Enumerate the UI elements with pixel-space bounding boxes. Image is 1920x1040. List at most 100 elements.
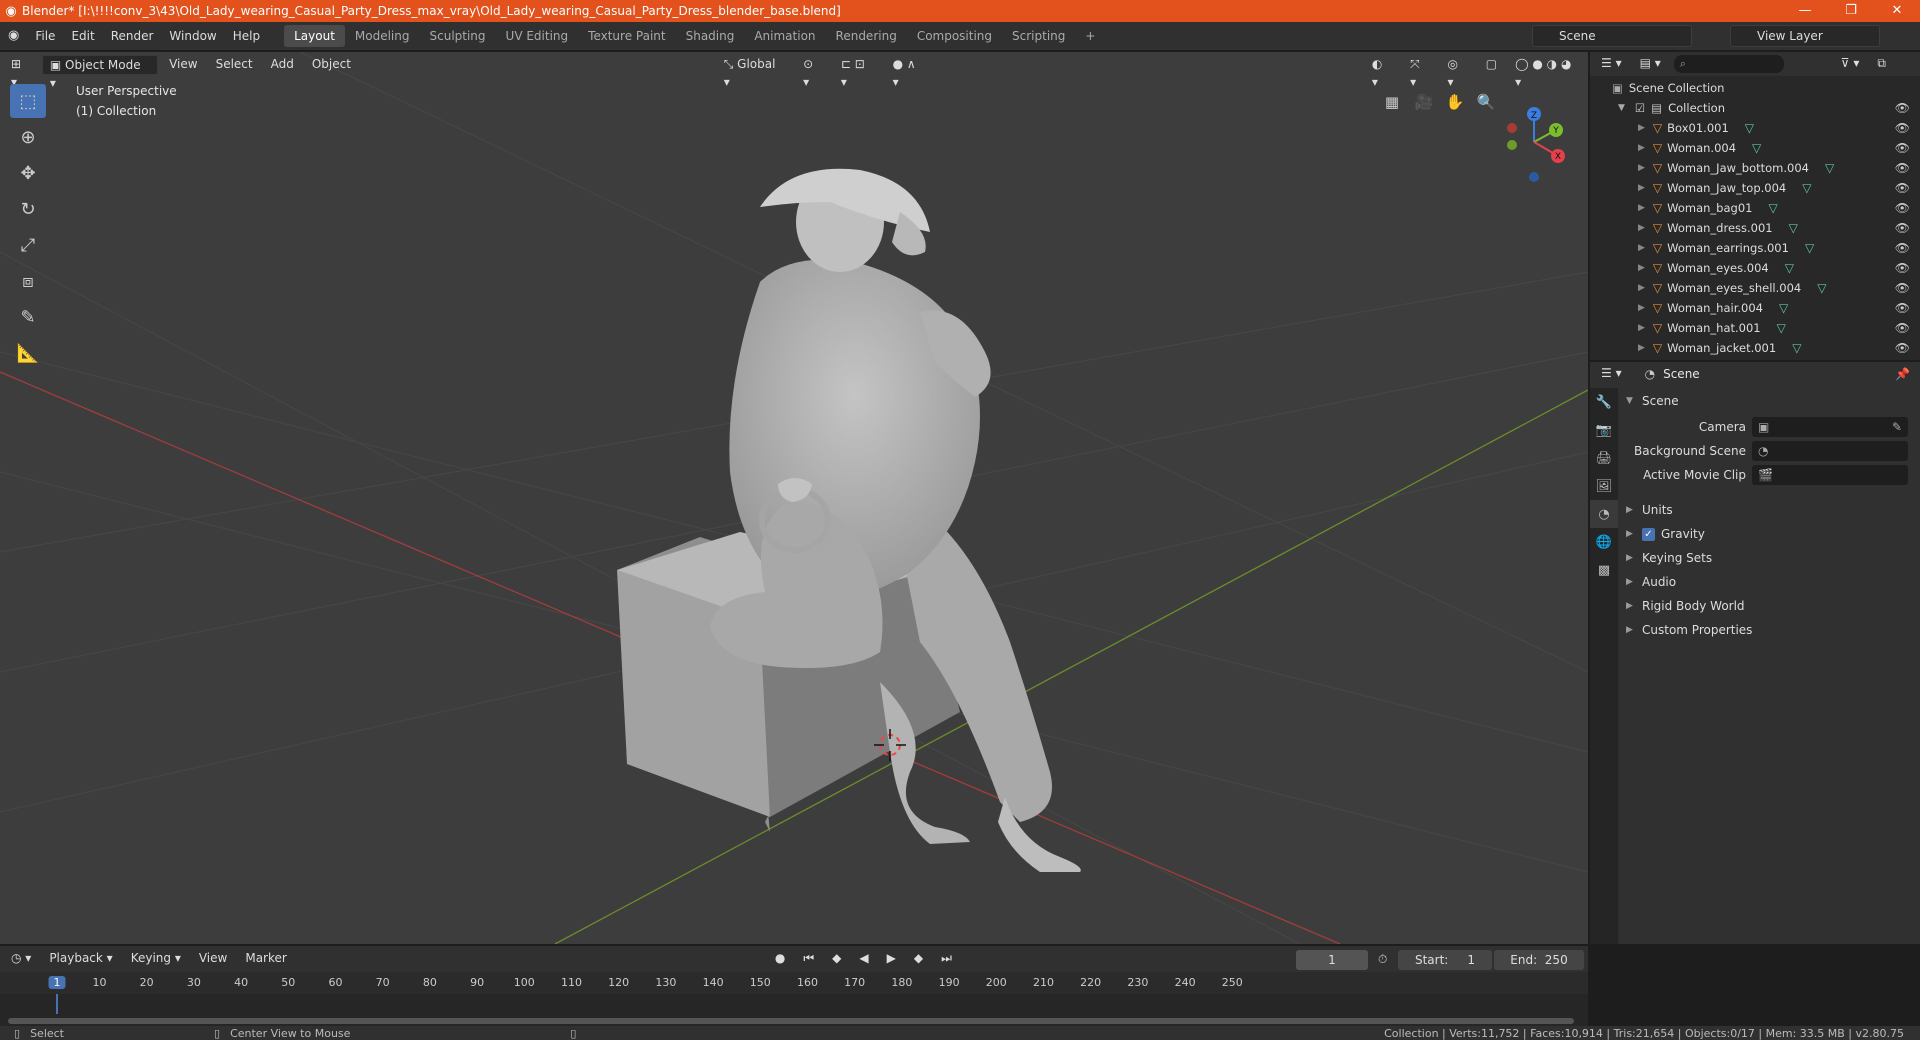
outliner-object-row[interactable]: ▶ ▽ Woman.004 ▽ 👁 <box>1590 138 1920 158</box>
select-box-icon[interactable]: ⬚ <box>10 84 46 118</box>
tab-compositing[interactable]: Compositing <box>907 25 1002 47</box>
expand-arrow-icon[interactable]: ▶ <box>1638 283 1645 293</box>
menu-window[interactable]: Window <box>161 25 224 47</box>
eye-icon[interactable]: 👁 <box>1895 221 1910 235</box>
eye-icon[interactable]: 👁 <box>1895 301 1910 315</box>
grid-toggle-icon[interactable]: ▦ <box>1378 88 1406 116</box>
filter-icon[interactable]: ⊽ ▾ <box>1834 54 1867 74</box>
gizmo-x-label[interactable]: X <box>1555 152 1561 162</box>
xray-icon[interactable]: ▢ <box>1479 55 1504 75</box>
scene-collection-row[interactable]: ▣ Scene Collection <box>1590 78 1920 98</box>
outliner-object-row[interactable]: ▶ ▽ Woman_hat.001 ▽ 👁 <box>1590 318 1920 338</box>
timeline-track-area[interactable] <box>0 994 1588 1026</box>
editor-type-button[interactable]: ⊞ ▾ <box>4 55 38 89</box>
snap-icon[interactable]: ⊏ ⊡ ▾ <box>834 55 882 89</box>
checkbox-icon[interactable]: ☑ <box>1635 101 1645 115</box>
keying-sets-panel-header[interactable]: ▶ Keying Sets <box>1626 547 1912 569</box>
scene-selector[interactable]: Scene <box>1532 25 1692 47</box>
blender-menu-icon[interactable]: ◉ <box>0 25 27 47</box>
eye-icon[interactable]: 👁 <box>1895 121 1910 135</box>
overlay-toggle-icon[interactable]: ◎ ▾ <box>1441 55 1475 89</box>
tab-sculpting[interactable]: Sculpting <box>420 25 496 47</box>
expand-arrow-icon[interactable]: ▶ <box>1638 223 1645 233</box>
proportional-edit-icon[interactable]: ● ∧ ▾ <box>886 55 933 89</box>
menu-edit[interactable]: Edit <box>63 25 102 47</box>
view-layer-selector[interactable]: View Layer <box>1730 25 1880 47</box>
camera-field[interactable]: ▣ ✎ <box>1752 417 1908 437</box>
menu-help[interactable]: Help <box>225 25 268 47</box>
menu-marker[interactable]: Marker <box>238 949 293 969</box>
eye-icon[interactable]: 👁 <box>1895 281 1910 295</box>
record-icon[interactable]: ● <box>768 949 792 969</box>
move-icon[interactable]: ✥ <box>10 156 46 190</box>
expand-arrow-icon[interactable]: ▶ <box>1638 143 1645 153</box>
tab-modeling[interactable]: Modeling <box>345 25 420 47</box>
cursor-icon[interactable]: ⊕ <box>10 120 46 154</box>
scale-icon[interactable]: ⤢ <box>10 228 46 262</box>
pivot-point-icon[interactable]: ⊙ ▾ <box>796 55 830 89</box>
eye-icon[interactable]: 👁 <box>1895 141 1910 155</box>
mesh-data-icon[interactable]: ▽ <box>1825 161 1834 175</box>
tab-rendering[interactable]: Rendering <box>826 25 907 47</box>
play-reverse-icon[interactable]: ◀ <box>852 949 875 969</box>
pin-icon[interactable]: 📌 <box>1895 367 1910 381</box>
background-scene-field[interactable]: ◔ <box>1752 441 1908 461</box>
outliner-object-row[interactable]: ▶ ▽ Woman_jacket.001 ▽ 👁 <box>1590 338 1920 358</box>
eye-icon[interactable]: 👁 <box>1895 321 1910 335</box>
mesh-data-icon[interactable]: ▽ <box>1802 181 1811 195</box>
transform-orientation-selector[interactable]: ⤡ Global ▾ <box>717 55 792 89</box>
add-workspace-button[interactable]: + <box>1075 25 1105 47</box>
expand-arrow-icon[interactable]: ▶ <box>1638 263 1645 273</box>
expand-arrow-icon[interactable]: ▶ <box>1638 303 1645 313</box>
outliner-editor-type-icon[interactable]: ☰ ▾ <box>1594 54 1629 74</box>
texture-tab-icon[interactable]: ▩ <box>1590 556 1618 584</box>
custom-properties-panel-header[interactable]: ▶ Custom Properties <box>1626 619 1912 641</box>
outliner-object-row[interactable]: ▶ ▽ Woman_earrings.001 ▽ 👁 <box>1590 238 1920 258</box>
close-button[interactable]: ✕ <box>1874 0 1920 22</box>
eye-icon[interactable]: 👁 <box>1895 201 1910 215</box>
tool-tab-icon[interactable]: 🔧 <box>1590 388 1618 416</box>
tab-scripting[interactable]: Scripting <box>1002 25 1075 47</box>
scene-tab-icon-active[interactable]: ◔ <box>1590 500 1618 528</box>
expand-arrow-icon[interactable]: ▶ <box>1638 343 1645 353</box>
expand-arrow-icon[interactable]: ▶ <box>1638 183 1645 193</box>
world-tab-icon[interactable]: 🌐 <box>1590 528 1618 556</box>
annotate-icon[interactable]: ✎ <box>10 300 46 334</box>
rigid-body-world-panel-header[interactable]: ▶ Rigid Body World <box>1626 595 1912 617</box>
mesh-data-icon[interactable]: ▽ <box>1768 201 1777 215</box>
menu-select[interactable]: Select <box>209 55 260 75</box>
measure-icon[interactable]: 📐 <box>10 336 46 370</box>
pan-hand-icon[interactable]: ✋ <box>1441 88 1469 116</box>
jump-start-icon[interactable]: ⏮ <box>796 949 821 969</box>
view-layer-tab-icon[interactable]: 🖼 <box>1590 472 1618 500</box>
zoom-icon[interactable]: 🔍 <box>1472 88 1500 116</box>
outliner-display-mode-icon[interactable]: ▤ ▾ <box>1633 54 1668 74</box>
menu-timeline-view[interactable]: View <box>192 949 234 969</box>
mesh-data-icon[interactable]: ▽ <box>1752 141 1761 155</box>
outliner-object-row[interactable]: ▶ ▽ Woman_eyes_shell.004 ▽ 👁 <box>1590 278 1920 298</box>
outliner-search-input[interactable]: ⌕ <box>1673 55 1784 73</box>
next-keyframe-icon[interactable]: ◆ <box>907 949 930 969</box>
gravity-checkbox[interactable]: ✓ <box>1642 527 1655 541</box>
maximize-button[interactable]: ❐ <box>1828 0 1874 22</box>
properties-editor-type-icon[interactable]: ☰ ▾ <box>1594 364 1629 384</box>
expand-arrow-icon[interactable]: ▼ <box>1618 103 1625 113</box>
menu-object[interactable]: Object <box>305 55 358 75</box>
outliner-object-row[interactable]: ▶ ▽ Box01.001 ▽ 👁 <box>1590 118 1920 138</box>
shading-modes-icon[interactable]: ◯ ● ◑ ◕ ▾ <box>1508 55 1588 89</box>
expand-arrow-icon[interactable]: ▶ <box>1638 123 1645 133</box>
current-frame-field[interactable]: 1 <box>1296 950 1368 970</box>
expand-arrow-icon[interactable]: ▶ <box>1638 203 1645 213</box>
mesh-data-icon[interactable]: ▽ <box>1785 261 1794 275</box>
mesh-data-icon[interactable]: ▽ <box>1745 121 1754 135</box>
gizmo-z-label[interactable]: Z <box>1531 111 1537 121</box>
outliner-object-row[interactable]: ▶ ▽ Woman_Jaw_bottom.004 ▽ 👁 <box>1590 158 1920 178</box>
mesh-data-icon[interactable]: ▽ <box>1805 241 1814 255</box>
rotate-icon[interactable]: ↻ <box>10 192 46 226</box>
output-tab-icon[interactable]: 🖨 <box>1590 444 1618 472</box>
3d-viewport[interactable]: Z Y X ⊞ ▾ ▣ Object Mode ▾ View Select Ad… <box>0 52 1588 944</box>
menu-render[interactable]: Render <box>103 25 162 47</box>
start-frame-field[interactable]: Start: 1 <box>1398 950 1492 970</box>
render-tab-icon[interactable]: 📷 <box>1590 416 1618 444</box>
tab-uv-editing[interactable]: UV Editing <box>496 25 579 47</box>
